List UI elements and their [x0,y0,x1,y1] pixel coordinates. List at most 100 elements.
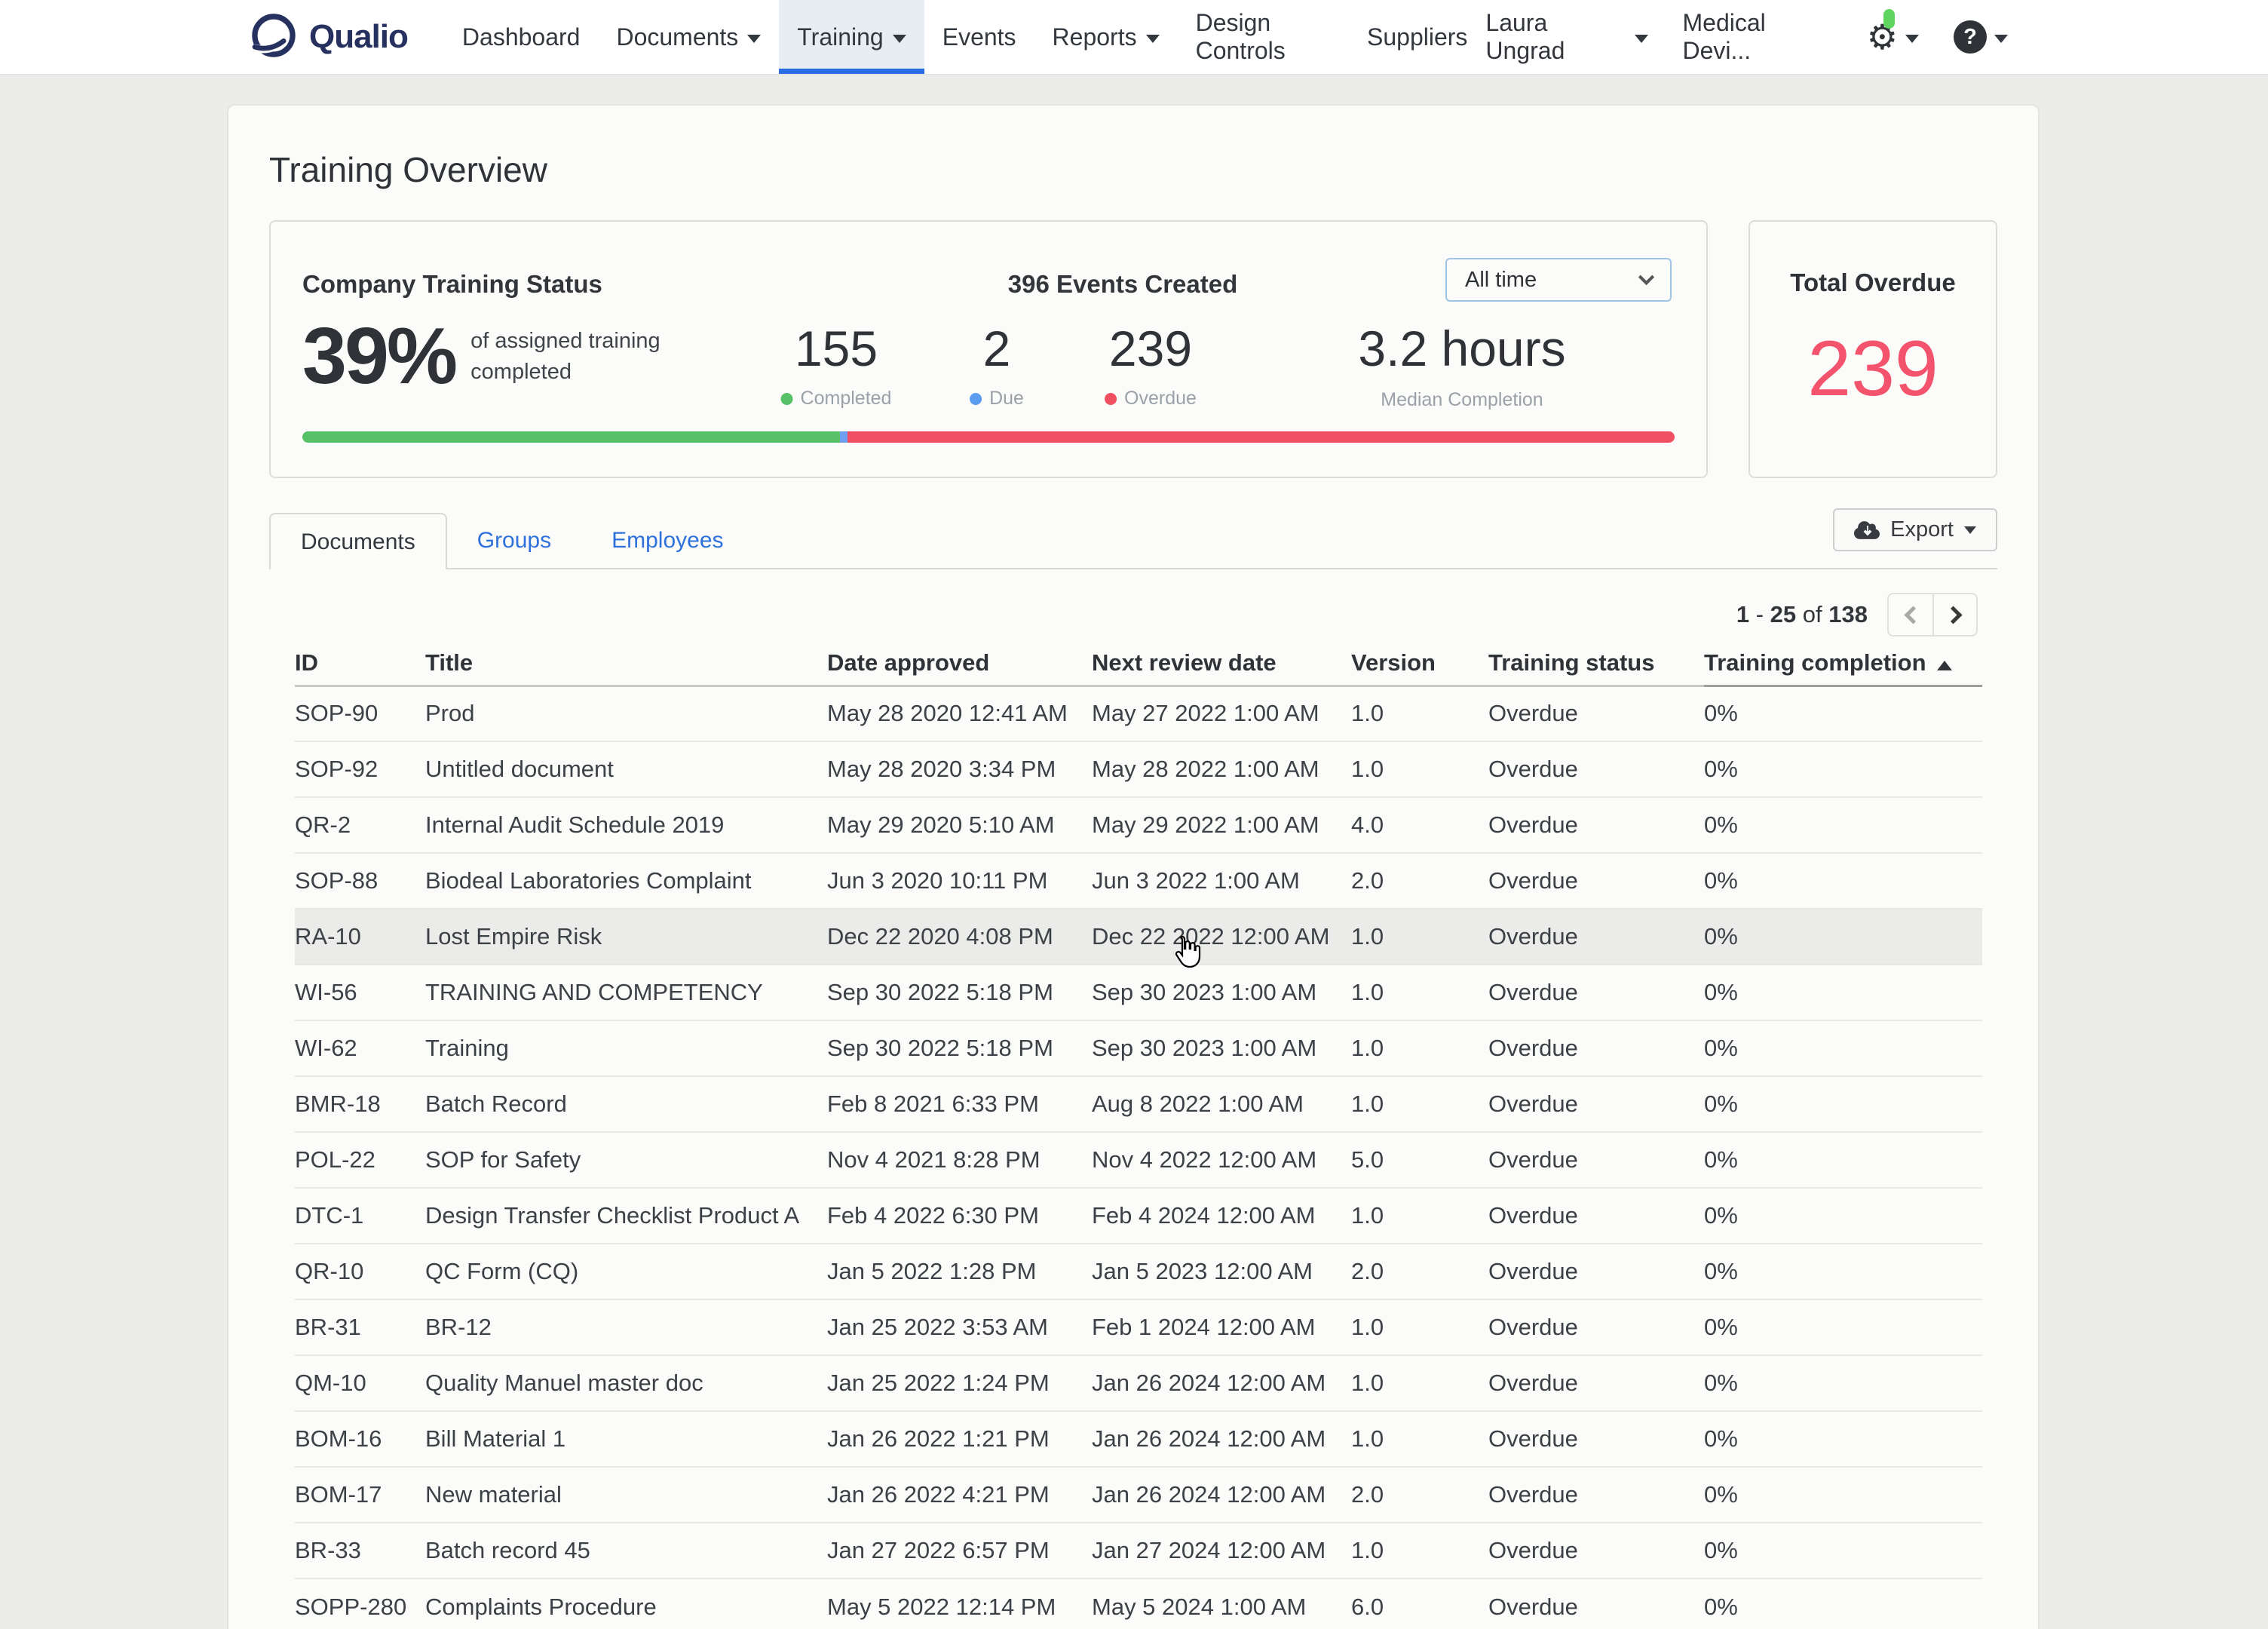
column-header-id[interactable]: ID [295,642,425,686]
tab-documents[interactable]: Documents [269,513,447,569]
nav-item-documents[interactable]: Documents [598,0,779,74]
chevron-down-icon [1146,35,1160,43]
table-row[interactable]: QR-10QC Form (CQ)Jan 5 2022 1:28 PMJan 5… [295,1244,1982,1299]
cell-date-approved: Jun 3 2020 10:11 PM [827,853,1092,909]
table-row[interactable]: SOP-92Untitled documentMay 28 2020 3:34 … [295,741,1982,797]
cell-id: QM-10 [295,1355,425,1411]
table-row[interactable]: SOP-90ProdMay 28 2020 12:41 AMMay 27 202… [295,686,1982,741]
cell-date-approved: May 28 2020 12:41 AM [827,686,1092,741]
cell-training-completion: 0% [1704,741,1982,797]
cell-version: 1.0 [1351,686,1488,741]
cell-version: 2.0 [1351,1467,1488,1523]
cell-id: WI-62 [295,1020,425,1076]
company-training-status-card: Company Training Status 396 Events Creat… [269,220,1708,478]
table-row[interactable]: BR-33Batch record 45Jan 27 2022 6:57 PMJ… [295,1523,1982,1578]
completion-percent: 39% [302,311,455,402]
documents-training-table: ID Title Date approvedNext review dateVers… [295,642,1982,1629]
cell-version: 1.0 [1351,1355,1488,1411]
table-row[interactable]: BR-31BR-12Jan 25 2022 3:53 AMFeb 1 2024 … [295,1299,1982,1355]
nav-item-reports[interactable]: Reports [1034,0,1178,74]
cell-training-status: Overdue [1488,1355,1704,1411]
table-row[interactable]: BMR-18Batch RecordFeb 8 2021 6:33 PMAug … [295,1076,1982,1132]
nav-item-dashboard[interactable]: Dashboard [444,0,599,74]
cell-version: 1.0 [1351,1411,1488,1467]
settings-menu[interactable]: ⚙ [1867,20,1919,54]
cell-training-status: Overdue [1488,741,1704,797]
cell-next-review-date: Sep 30 2023 1:00 AM [1092,1020,1351,1076]
cell-date-approved: Feb 4 2022 6:30 PM [827,1188,1092,1244]
column-header-training-completion[interactable]: Training completion [1704,642,1982,686]
table-row[interactable]: BOM-17New materialJan 26 2022 4:21 PMJan… [295,1467,1982,1523]
table-row[interactable]: DTC-1Design Transfer Checklist Product A… [295,1188,1982,1244]
cell-id: SOP-92 [295,741,425,797]
column-header-label: Training completion [1704,649,1926,676]
tab-groups[interactable]: Groups [447,513,581,568]
chevron-down-icon [1635,35,1648,43]
median-completion-value: 3.2 hours [1358,320,1565,377]
cell-version: 5.0 [1351,1132,1488,1188]
column-header-label: Title [425,649,473,676]
column-header-title[interactable]: Title [425,642,827,686]
cell-version: 1.0 [1351,1020,1488,1076]
table-row[interactable]: QR-2Internal Audit Schedule 2019May 29 2… [295,797,1982,853]
training-progress-bar [302,431,1675,443]
cell-training-completion: 0% [1704,1076,1982,1132]
stat-label: Completed [801,388,892,410]
table-row[interactable]: WI-56TRAINING AND COMPETENCYSep 30 2022 … [295,965,1982,1020]
previous-page-button[interactable] [1887,593,1932,637]
cell-version: 2.0 [1351,1244,1488,1299]
qualio-logo[interactable]: Qualio [249,0,408,74]
table-row[interactable]: POL-22SOP for SafetyNov 4 2021 8:28 PMNo… [295,1132,1982,1188]
primary-nav: DashboardDocumentsTraining Events ReportsD… [444,0,1486,74]
export-button[interactable]: Export [1833,508,1997,551]
cell-training-status: Overdue [1488,1523,1704,1578]
nav-item-events[interactable]: Events [924,0,1034,74]
cell-title: Batch Record [425,1076,827,1132]
cell-date-approved: Jan 25 2022 3:53 AM [827,1299,1092,1355]
org-switcher[interactable]: Medical Devi... [1683,9,1832,65]
cell-title: Biodeal Laboratories Complaint [425,853,827,909]
column-header-date-approved[interactable]: Date approved [827,642,1092,686]
column-header-label: ID [295,649,318,676]
cell-training-completion: 0% [1704,1244,1982,1299]
time-filter-select[interactable]: All time [1445,258,1672,302]
cell-training-completion: 0% [1704,1020,1982,1076]
cell-id: RA-10 [295,909,425,965]
cell-training-status: Overdue [1488,853,1704,909]
column-header-version[interactable]: Version [1351,642,1488,686]
notification-dot [1883,9,1895,29]
column-header-training-status[interactable]: Training status [1488,642,1704,686]
stat-legend: Due [970,388,1024,410]
median-completion: 3.2 hours Median Completion [1358,320,1565,411]
nav-item-design-controls[interactable]: Design Controls [1178,0,1349,74]
next-page-button[interactable] [1932,593,1978,637]
nav-item-suppliers[interactable]: Suppliers [1349,0,1485,74]
cell-version: 1.0 [1351,1299,1488,1355]
chevron-down-icon [1905,35,1919,43]
chevron-down-icon [893,35,906,43]
table-row[interactable]: SOP-88Biodeal Laboratories ComplaintJun … [295,853,1982,909]
cell-next-review-date: May 27 2022 1:00 AM [1092,686,1351,741]
cell-next-review-date: Jan 26 2024 12:00 AM [1092,1355,1351,1411]
cell-date-approved: May 28 2020 3:34 PM [827,741,1092,797]
cell-title: Prod [425,686,827,741]
cell-next-review-date: Jan 26 2024 12:00 AM [1092,1411,1351,1467]
table-row[interactable]: QM-10Quality Manuel master docJan 25 202… [295,1355,1982,1411]
table-row[interactable]: WI-62TrainingSep 30 2022 5:18 PMSep 30 2… [295,1020,1982,1076]
table-row[interactable]: BOM-16Bill Material 1Jan 26 2022 1:21 PM… [295,1411,1982,1467]
cell-date-approved: Jan 25 2022 1:24 PM [827,1355,1092,1411]
training-overview-panel: Training Overview Company Training Statu… [227,104,2040,1629]
user-menu[interactable]: Laura Ungrad [1485,9,1647,65]
help-menu[interactable]: ? [1954,20,2008,54]
stat-value: 239 [1105,320,1197,377]
cell-training-status: Overdue [1488,1132,1704,1188]
nav-item-training[interactable]: Training [779,0,924,74]
chevron-left-icon [1904,606,1922,624]
column-header-next-review-date[interactable]: Next review date [1092,642,1351,686]
tab-employees[interactable]: Employees [581,513,753,568]
table-row[interactable]: SOPP-280Complaints ProcedureMay 5 2022 1… [295,1578,1982,1629]
cell-training-completion: 0% [1704,686,1982,741]
cell-training-completion: 0% [1704,853,1982,909]
table-row[interactable]: RA-10Lost Empire RiskDec 22 2020 4:08 PM… [295,909,1982,965]
nav-item-label: Events [942,23,1016,51]
